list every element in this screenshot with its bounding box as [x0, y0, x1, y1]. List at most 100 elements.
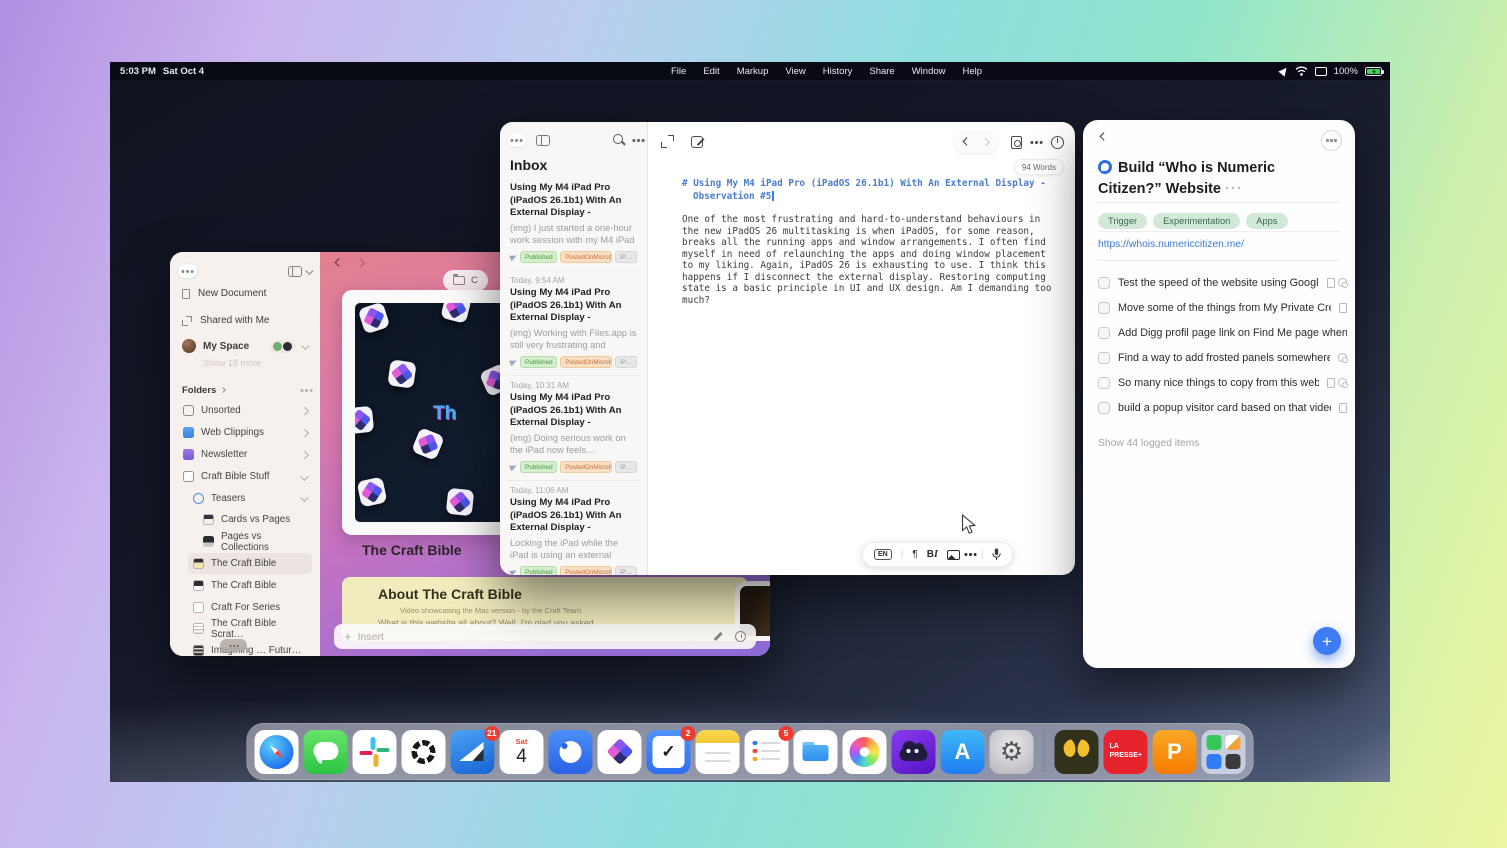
folders-more-icon[interactable] [305, 389, 308, 392]
dock-app-safari[interactable] [255, 730, 299, 774]
dock-app-things[interactable]: 2 [647, 730, 691, 774]
back-icon[interactable] [335, 259, 343, 267]
title-more-icon[interactable]: ··· [1225, 181, 1243, 197]
tag-posted[interactable]: PostedOnMicroblog [560, 461, 612, 473]
tag-other[interactable]: iP… [615, 566, 637, 575]
add-button[interactable] [1313, 627, 1341, 655]
todo-item[interactable]: Test the speed of the website using Goog… [1098, 270, 1347, 295]
dock-app-orange-p[interactable]: P [1153, 730, 1197, 774]
doc-imagining-future[interactable]: Imagining … Futur… [188, 640, 312, 656]
checkbox[interactable] [1098, 352, 1110, 364]
ulysses-editor[interactable]: 94 Words # Using My M4 iPad Pro (iPadOS … [648, 122, 1075, 575]
sheet-item-4[interactable]: Today, 11:06 AM Using My M4 iPad Pro (iP… [507, 481, 640, 575]
keyboard-lang-button[interactable]: EN [874, 549, 892, 560]
dock-app-blue-circle[interactable] [549, 730, 593, 774]
doc-the-craft-bible[interactable]: The Craft Bible [188, 574, 312, 596]
dock-app-la-presse[interactable]: LAPRESSE+ [1104, 730, 1148, 774]
dock-app-chatgpt[interactable] [402, 730, 446, 774]
checkbox[interactable] [1098, 302, 1110, 314]
dictation-icon[interactable] [992, 548, 1001, 561]
tag-other[interactable]: iP… [615, 461, 637, 473]
italic-button[interactable]: I [934, 549, 938, 560]
chevron-down-icon[interactable] [305, 267, 313, 275]
dock-app-mail[interactable]: 21 [451, 730, 495, 774]
tag-other[interactable]: iP… [615, 251, 637, 263]
sheet-item-1[interactable]: Using My M4 iPad Pro (iPadOS 26.1b1) Wit… [507, 177, 640, 271]
dock-app-craft[interactable] [598, 730, 642, 774]
reader-icon[interactable] [1011, 136, 1022, 149]
folder-web-clippings[interactable]: Web Clippings [178, 422, 312, 444]
checkbox[interactable] [1098, 402, 1110, 414]
dock-app-folder[interactable] [1202, 730, 1246, 774]
dock-app-notes[interactable] [696, 730, 740, 774]
image-button[interactable] [947, 550, 960, 560]
tag-experimentation[interactable]: Experimentation [1153, 213, 1240, 229]
back-icon[interactable] [1100, 133, 1108, 141]
doc-cards-vs-pages[interactable]: Cards vs Pages [198, 509, 312, 531]
dock-app-messages[interactable] [304, 730, 348, 774]
tag-apps[interactable]: Apps [1246, 213, 1287, 229]
window-controls[interactable] [507, 133, 526, 147]
menu-markup[interactable]: Markup [737, 66, 769, 77]
todo-item[interactable]: build a popup visitor card based on that… [1098, 395, 1347, 420]
dock-app-files[interactable] [794, 730, 838, 774]
doc-craft-for-series[interactable]: Craft For Series [188, 596, 312, 618]
doc-craft-bible-scratch[interactable]: The Craft Bible Scrat… [188, 618, 312, 640]
doc-the-craft-bible-selected[interactable]: The Craft Bible [188, 553, 312, 575]
window-controls[interactable] [178, 264, 197, 278]
sheet-item-2[interactable]: Today, 9:54 AM Using My M4 iPad Pro (iPa… [507, 271, 640, 376]
doc-pages-vs-collections[interactable]: Pages vs Collections [198, 531, 312, 553]
more-icon[interactable] [1035, 141, 1038, 144]
dock-app-carrot-weather[interactable] [892, 730, 936, 774]
wifi-icon[interactable] [1295, 66, 1308, 76]
pen-icon[interactable] [712, 631, 723, 642]
sidebar-toggle-icon[interactable] [288, 266, 302, 277]
search-icon[interactable] [613, 134, 625, 146]
space-members-pill[interactable] [270, 340, 296, 353]
forward-icon[interactable] [356, 259, 364, 267]
website-link[interactable]: https://whois.numericcitizen.me/ [1098, 239, 1244, 250]
menu-view[interactable]: View [785, 66, 805, 77]
dock-app-photos[interactable] [843, 730, 887, 774]
sidebar-item-my-space[interactable]: My Space [178, 334, 312, 358]
menu-help[interactable]: Help [963, 66, 983, 77]
menu-history[interactable]: History [823, 66, 853, 77]
more-format-icon[interactable] [969, 553, 972, 556]
bold-button[interactable]: B [927, 549, 934, 560]
folder-teasers[interactable]: Teasers [188, 487, 312, 509]
more-icon[interactable] [637, 139, 640, 142]
tag-posted[interactable]: PostedOnMicroblog [560, 251, 612, 263]
menu-window[interactable]: Window [912, 66, 946, 77]
folder-craft-bible-stuff[interactable]: Craft Bible Stuff [178, 465, 312, 487]
tag-other[interactable]: iP… [615, 356, 637, 368]
dock-app-slack[interactable] [353, 730, 397, 774]
show-more-label[interactable]: Show 18 more [178, 358, 312, 373]
back-icon[interactable] [963, 138, 971, 146]
tag-published[interactable]: Published [520, 356, 557, 368]
tag-posted[interactable]: PostedOnMicroblog [560, 356, 612, 368]
dock-app-settings[interactable] [990, 730, 1034, 774]
history-icon[interactable] [735, 631, 746, 642]
todo-item[interactable]: Add Digg profil page link on Find Me pag… [1098, 320, 1347, 345]
folders-header[interactable]: Folders [178, 380, 312, 400]
tag-published[interactable]: Published [520, 461, 557, 473]
show-logged-items[interactable]: Show 44 logged items [1098, 438, 1199, 449]
dock-app-ulysses[interactable] [1055, 730, 1099, 774]
dock-app-reminders[interactable]: 5 [745, 730, 789, 774]
paragraph-button[interactable]: ¶ [912, 549, 917, 560]
task-title[interactable]: Build “Who is Numeric Citizen?” Website … [1098, 158, 1298, 199]
dock-app-calendar[interactable]: Sat4 [500, 730, 544, 774]
more-button[interactable] [1321, 130, 1342, 151]
tag-posted[interactable]: PostedOnMicroblog [560, 566, 612, 575]
todo-item[interactable]: Find a way to add frosted panels somewhe… [1098, 345, 1347, 370]
forward-icon[interactable] [981, 138, 989, 146]
chevron-down-icon[interactable] [301, 342, 309, 350]
folder-newsletter[interactable]: Newsletter [178, 444, 312, 466]
tag-published[interactable]: Published [520, 566, 557, 575]
tag-trigger[interactable]: Trigger [1098, 213, 1147, 229]
breadcrumb[interactable]: C [443, 270, 488, 291]
editor-body[interactable]: One of the most frustrating and hard-to-… [682, 214, 1058, 306]
folder-unsorted[interactable]: Unsorted [178, 400, 312, 422]
todo-item[interactable]: Move some of the things from My Private … [1098, 295, 1347, 320]
dock-app-app-store[interactable]: A [941, 730, 985, 774]
